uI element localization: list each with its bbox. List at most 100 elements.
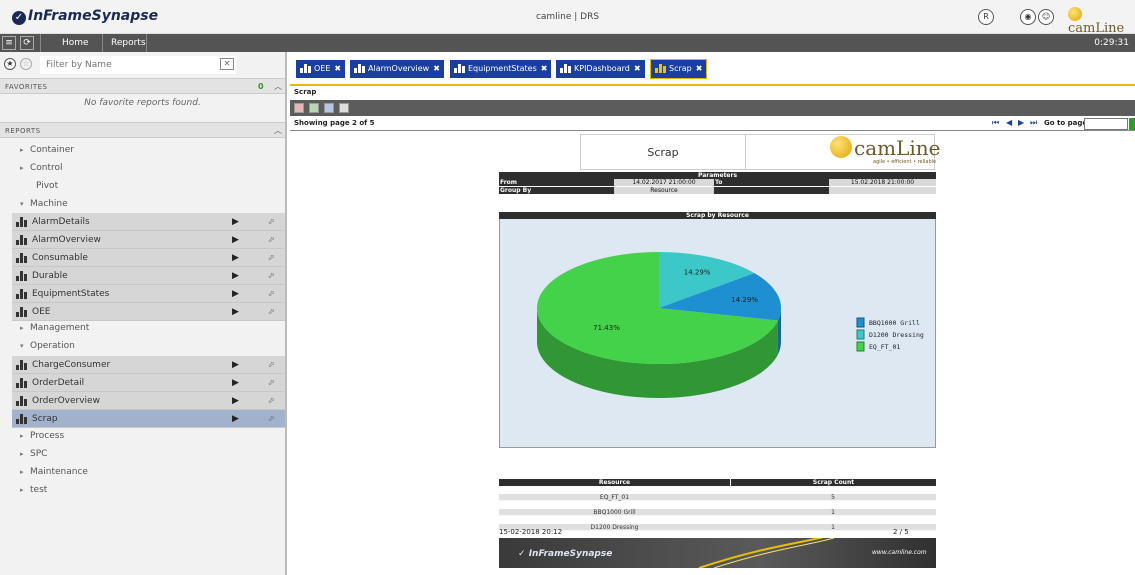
open-new-window-icon[interactable]: ⬀ — [268, 213, 275, 231]
run-report-icon[interactable]: ▶ — [232, 392, 239, 410]
table-row: EQ_FT_01 5 — [499, 494, 936, 501]
settings-icon[interactable]: ◉ — [1020, 9, 1036, 25]
bar-chart-icon — [300, 64, 312, 73]
close-tab-icon[interactable]: ✖ — [541, 64, 548, 73]
run-report-icon[interactable]: ▶ — [232, 356, 239, 374]
open-new-window-icon[interactable]: ⬀ — [268, 285, 275, 303]
tab-scrap[interactable]: Scrap ✖ — [649, 59, 708, 79]
report-item-orderdetail[interactable]: OrderDetail ▶ ⬀ — [12, 374, 285, 392]
filter-input[interactable] — [40, 56, 236, 74]
tab-label: OEE — [314, 64, 331, 73]
open-new-window-icon[interactable]: ⬀ — [268, 392, 275, 410]
report-item-alarmdetails[interactable]: AlarmDetails ▶ ⬀ — [12, 213, 285, 231]
tree-folder-machine[interactable]: ▾ Machine — [0, 195, 285, 213]
report-item-durable[interactable]: Durable ▶ ⬀ — [12, 267, 285, 285]
bar-chart-icon — [16, 359, 30, 370]
reports-heading[interactable]: REPORTS ︿ — [0, 122, 285, 138]
first-page-icon[interactable]: ⏮ — [992, 118, 999, 128]
report-item-scrap[interactable]: Scrap ▶ ⬀ — [12, 410, 285, 428]
tree-folder-label: Process — [30, 431, 65, 441]
run-report-icon[interactable]: ▶ — [232, 213, 239, 231]
tree-folder-process[interactable]: ▸ Process — [0, 427, 285, 445]
open-new-window-icon[interactable]: ⬀ — [268, 249, 275, 267]
report-item-alarmoverview[interactable]: AlarmOverview ▶ ⬀ — [12, 231, 285, 249]
menu-toggle-icon[interactable]: ≡ — [2, 36, 16, 50]
run-report-icon[interactable]: ▶ — [232, 285, 239, 303]
tree-folder-operation[interactable]: ▾ Operation — [0, 337, 285, 355]
col-header-scrap-count: Scrap Count — [730, 479, 936, 486]
open-new-window-icon[interactable]: ⬀ — [268, 267, 275, 285]
print-icon[interactable] — [339, 103, 349, 113]
tree-folder-management[interactable]: ▸ Management — [0, 319, 285, 337]
close-tab-icon[interactable]: ✖ — [433, 64, 440, 73]
tab-alarmoverview[interactable]: AlarmOverview ✖ — [350, 60, 444, 78]
to-value: 15.02.2018 21:00:00 — [829, 179, 936, 186]
chevron-right-icon: ▸ — [20, 146, 24, 154]
run-report-icon[interactable]: ▶ — [232, 410, 239, 428]
go-button[interactable] — [1129, 118, 1135, 130]
tab-kpidashboard[interactable]: KPIDashboard ✖ — [556, 60, 645, 78]
bar-chart-icon — [16, 270, 30, 281]
from-value: 14.02.2017 21:00:00 — [614, 179, 714, 186]
bar-chart-icon — [16, 234, 30, 245]
report-name: Scrap — [294, 88, 317, 96]
tree-folder-spc[interactable]: ▸ SPC — [0, 445, 285, 463]
close-tab-icon[interactable]: ✖ — [634, 64, 641, 73]
open-new-window-icon[interactable]: ⬀ — [268, 374, 275, 392]
tree-item-pivot[interactable]: Pivot — [0, 177, 285, 195]
next-page-icon[interactable]: ▶ — [1018, 118, 1024, 127]
footer-logo: ✓ InFrameSynapse — [518, 549, 612, 559]
favorites-star-icon[interactable]: ★ — [4, 58, 16, 70]
run-report-icon[interactable]: ▶ — [232, 267, 239, 285]
tree-folder-label: Operation — [30, 341, 75, 351]
table-header-row: Resource Scrap Count — [499, 479, 936, 486]
pie-data-label: 14.29% — [731, 296, 758, 304]
report-item-label: OEE — [32, 307, 51, 317]
collapse-icon[interactable]: ︿ — [274, 79, 283, 95]
user-role-icon[interactable]: R — [978, 9, 994, 25]
to-label: To — [714, 179, 829, 186]
report-item-consumable[interactable]: Consumable ▶ ⬀ — [12, 249, 285, 267]
open-new-window-icon[interactable]: ⬀ — [268, 231, 275, 249]
bar-chart-icon — [560, 64, 572, 73]
filter-option-icon[interactable]: ☆ — [20, 58, 32, 70]
prev-page-icon[interactable]: ◀ — [1006, 118, 1012, 127]
tree-folder-test[interactable]: ▸ test — [0, 481, 285, 499]
close-tab-icon[interactable]: ✖ — [696, 64, 703, 73]
refresh-icon[interactable]: ⟳ — [20, 36, 34, 50]
favorites-heading[interactable]: FAVORITES 0 ︿ — [0, 78, 285, 94]
goto-page-input[interactable] — [1084, 118, 1128, 130]
menu-reports[interactable]: Reports — [111, 34, 146, 52]
tab-equipmentstates[interactable]: EquipmentStates ✖ — [450, 60, 552, 78]
last-page-icon[interactable]: ⏭ — [1030, 118, 1037, 128]
export-pdf-icon[interactable] — [294, 103, 304, 113]
report-item-chargeconsumer[interactable]: ChargeConsumer ▶ ⬀ — [12, 356, 285, 374]
run-report-icon[interactable]: ▶ — [232, 231, 239, 249]
pie-data-label: 14.29% — [684, 269, 711, 277]
tree-folder-label: test — [30, 485, 48, 495]
clear-filter-icon[interactable]: ✕ — [220, 58, 234, 70]
tree-folder-container[interactable]: ▸ Container — [0, 141, 285, 159]
tab-oee[interactable]: OEE ✖ — [296, 60, 346, 78]
report-item-label: Scrap — [32, 414, 58, 424]
export-word-icon[interactable] — [324, 103, 334, 113]
report-item-orderoverview[interactable]: OrderOverview ▶ ⬀ — [12, 392, 285, 410]
run-report-icon[interactable]: ▶ — [232, 374, 239, 392]
bar-chart-icon — [16, 413, 30, 424]
report-item-equipmentstates[interactable]: EquipmentStates ▶ ⬀ — [12, 285, 285, 303]
tree-folder-label: Container — [30, 145, 74, 155]
open-new-window-icon[interactable]: ⬀ — [268, 356, 275, 374]
legend-swatch — [856, 329, 865, 340]
run-report-icon[interactable]: ▶ — [232, 249, 239, 267]
tree-folder-label: SPC — [30, 449, 48, 459]
tree-folder-control[interactable]: ▸ Control — [0, 159, 285, 177]
menu-home[interactable]: Home — [62, 34, 89, 52]
favorites-empty-message: No favorite reports found. — [84, 98, 201, 108]
tree-folder-maintenance[interactable]: ▸ Maintenance — [0, 463, 285, 481]
export-excel-icon[interactable] — [309, 103, 319, 113]
close-tab-icon[interactable]: ✖ — [334, 64, 341, 73]
open-new-window-icon[interactable]: ⬀ — [268, 410, 275, 428]
collapse-icon[interactable]: ︿ — [274, 123, 283, 139]
user-icon[interactable]: ☺ — [1038, 9, 1054, 25]
favorites-count: 0 — [258, 82, 265, 91]
